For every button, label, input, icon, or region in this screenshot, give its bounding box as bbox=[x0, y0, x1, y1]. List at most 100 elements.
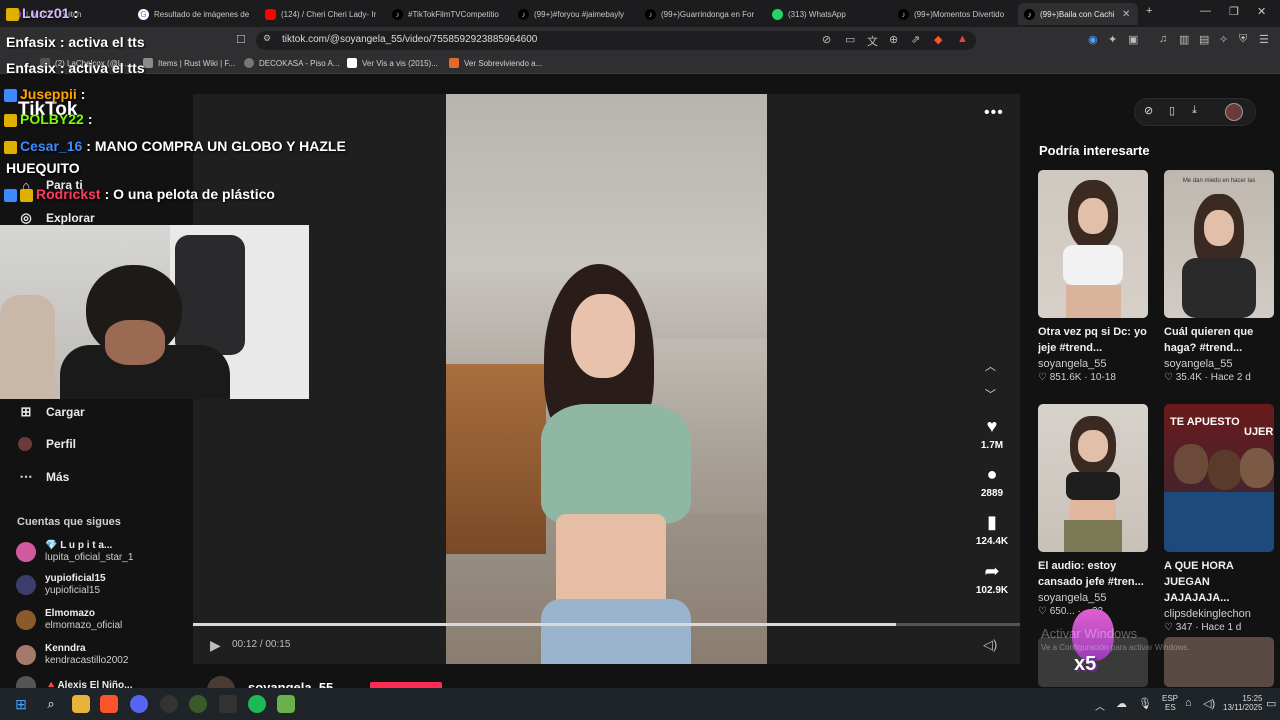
video-frame[interactable] bbox=[446, 94, 767, 664]
clock[interactable]: 15:25 13/11/2025 bbox=[1223, 694, 1262, 712]
windows-start-icon[interactable]: ⊞ bbox=[12, 695, 30, 713]
notifications-icon[interactable]: ▭ bbox=[1266, 697, 1276, 710]
tray-expand-icon[interactable]: ︿ bbox=[1095, 698, 1105, 713]
following-account[interactable]: yupioficial15 yupioficial15 bbox=[16, 573, 106, 597]
minimize-icon[interactable]: — bbox=[1200, 5, 1211, 17]
next-video-icon[interactable]: ﹀ bbox=[985, 386, 996, 402]
screen: { "browser": { "tabs": [ {"label": "Lucz… bbox=[0, 0, 1280, 720]
previous-video-icon[interactable]: ︿ bbox=[985, 358, 996, 374]
share-page-icon[interactable]: ⇗ bbox=[911, 33, 920, 46]
close-window-icon[interactable]: ✕ bbox=[1257, 5, 1266, 18]
reader-icon[interactable]: ⊘ bbox=[822, 33, 831, 46]
epic-games-icon[interactable] bbox=[219, 695, 237, 713]
audio-icon[interactable]: ◉ bbox=[1088, 33, 1098, 46]
video-thumbnail bbox=[1038, 404, 1148, 552]
chat-message: HUEQUITO bbox=[6, 160, 80, 176]
heart-icon: ♥ bbox=[986, 416, 998, 436]
translate-icon[interactable]: 文 bbox=[867, 33, 878, 49]
more-options-icon[interactable]: ••• bbox=[984, 104, 1004, 122]
user-avatar[interactable] bbox=[1225, 103, 1243, 121]
network-icon[interactable]: ⌂ bbox=[1185, 697, 1192, 709]
bookmark-button[interactable]: ▮ 124.4K bbox=[970, 512, 1014, 547]
following-account[interactable]: Kenndra kendracastillo2002 bbox=[16, 643, 128, 667]
browser-tab[interactable]: ♪ (99+)Momentos Divertido bbox=[892, 3, 1018, 25]
following-account[interactable]: 💎 L u p i t a... lupita_oficial_star_1 bbox=[16, 540, 133, 564]
chat-message: Rodrickst: O una pelota de plástico bbox=[4, 186, 275, 202]
browser-tab[interactable]: ♪ (99+)#foryou #jaimebayly bbox=[512, 3, 639, 25]
maximize-icon[interactable]: ❐ bbox=[1229, 5, 1239, 18]
browser-tab[interactable]: ♪ #TikTokFilmTVCompetitio bbox=[386, 3, 512, 25]
discord-icon[interactable] bbox=[130, 695, 148, 713]
browser-tab[interactable]: ♪ (99+)Guarrindonga en For bbox=[639, 3, 766, 25]
vpn-icon[interactable]: ⛨ bbox=[1239, 33, 1247, 46]
nav-explorar[interactable]: ◎ Explorar bbox=[18, 210, 94, 226]
cast-icon[interactable]: ▭ bbox=[845, 33, 855, 46]
movie-site-icon bbox=[449, 58, 459, 68]
leo-ai-icon[interactable]: ✧ bbox=[1219, 33, 1228, 46]
globe-icon bbox=[244, 58, 254, 68]
video-thumbnail: Me dan miedo en hacer las bbox=[1164, 170, 1274, 318]
avatar bbox=[16, 610, 36, 630]
browser-tab-active[interactable]: ♪ (99+)Baila con Cachin ✕ bbox=[1018, 3, 1138, 25]
bookmark-item[interactable]: DECOKASA - Piso A... bbox=[244, 58, 339, 68]
browser-tab[interactable]: (313) WhatsApp bbox=[766, 3, 892, 25]
xbox-icon[interactable] bbox=[189, 695, 207, 713]
share-button[interactable]: ➦ 102.9K bbox=[970, 561, 1014, 596]
onedrive-icon[interactable]: ☁ bbox=[1116, 697, 1127, 710]
bookmark-icon: ▮ bbox=[987, 512, 997, 532]
suggested-video[interactable]: El audio: estoy cansado jefe #tren... so… bbox=[1038, 404, 1150, 617]
close-tab-icon[interactable]: ✕ bbox=[1122, 9, 1130, 20]
site-info-icon[interactable]: ⚙ bbox=[263, 33, 271, 44]
video-progress-bar[interactable] bbox=[193, 623, 1020, 626]
url-text[interactable]: tiktok.com/@soyangela_55/video/755859292… bbox=[282, 34, 537, 45]
play-icon[interactable]: ▶ bbox=[210, 637, 221, 654]
brave-browser-icon[interactable] bbox=[100, 695, 118, 713]
browser-tab[interactable]: G Resultado de imágenes de bbox=[132, 3, 259, 25]
phone-icon[interactable]: ▯ bbox=[1169, 104, 1175, 117]
comment-button[interactable]: ● 2889 bbox=[970, 464, 1014, 499]
suggested-video[interactable]: Otra vez pq si Dc: yo jeje #trend... soy… bbox=[1038, 170, 1150, 383]
bookmark-page-icon[interactable]: ☐ bbox=[236, 33, 246, 46]
youtube-icon bbox=[265, 8, 276, 20]
comment-icon: ● bbox=[986, 464, 998, 484]
mic-icon[interactable]: 🎙 bbox=[1138, 697, 1152, 710]
volume-tray-icon[interactable]: ◁) bbox=[1203, 697, 1215, 710]
brave-shield-icon[interactable]: ◆ bbox=[934, 33, 942, 46]
spotify-icon[interactable] bbox=[248, 695, 266, 713]
suggested-video[interactable]: Me dan miedo en hacer las Cuál quieren q… bbox=[1164, 170, 1276, 383]
more-icon: ⋯ bbox=[19, 469, 33, 484]
screenshot-icon[interactable]: ▣ bbox=[1128, 33, 1138, 46]
volume-icon[interactable]: ◁) bbox=[983, 637, 997, 653]
bookmark-item[interactable]: Items | Rust Wiki | F... bbox=[143, 58, 235, 68]
nav-perfil[interactable]: Perfil bbox=[18, 437, 76, 451]
coin-icon[interactable]: ⊘ bbox=[1144, 104, 1153, 117]
language-indicator[interactable]: ESP ES bbox=[1162, 694, 1178, 712]
google-icon: G bbox=[138, 8, 149, 20]
new-tab-icon[interactable]: + bbox=[1146, 5, 1152, 17]
wallet-icon[interactable]: ▤ bbox=[1199, 33, 1209, 46]
chat-message: Juseppii: bbox=[4, 86, 85, 102]
nav-mas[interactable]: ⋯ Más bbox=[18, 469, 70, 485]
minecraft-icon[interactable] bbox=[277, 695, 295, 713]
bookmark-item[interactable]: Ver Sobreviviendo a... bbox=[449, 58, 542, 68]
nav-cargar[interactable]: ⊞ Cargar bbox=[18, 404, 85, 420]
steam-icon[interactable] bbox=[160, 695, 178, 713]
following-account[interactable]: Elmomazo elmomazo_oficial bbox=[16, 608, 122, 632]
download-icon[interactable]: ⤓ bbox=[1192, 104, 1197, 117]
avatar bbox=[16, 542, 36, 562]
brave-rewards-icon[interactable]: ▲ bbox=[957, 33, 968, 45]
browser-tab[interactable]: (124) / Cheri Cheri Lady- Ir bbox=[259, 3, 386, 25]
sidebar-icon[interactable]: ▥ bbox=[1179, 33, 1189, 46]
search-icon[interactable]: ⌕ bbox=[42, 695, 60, 713]
suggested-video[interactable]: TE APUESTO UJER A QUE HORA JUEGAN JAJAJA… bbox=[1164, 404, 1276, 633]
suggested-title: Podría interesarte bbox=[1039, 143, 1150, 158]
file-explorer-icon[interactable] bbox=[72, 695, 90, 713]
extensions-icon[interactable]: ✦ bbox=[1108, 33, 1117, 46]
menu-icon[interactable]: ☰ bbox=[1259, 33, 1269, 46]
video-thumbnail bbox=[1038, 170, 1148, 318]
music-icon[interactable]: ♫ bbox=[1159, 33, 1167, 45]
share-icon: ➦ bbox=[984, 561, 1000, 581]
bookmark-item[interactable]: Ver Vis a vis (2015)... bbox=[347, 58, 438, 68]
like-button[interactable]: ♥ 1.7M bbox=[970, 416, 1014, 451]
zoom-icon[interactable]: ⊕ bbox=[889, 33, 898, 46]
